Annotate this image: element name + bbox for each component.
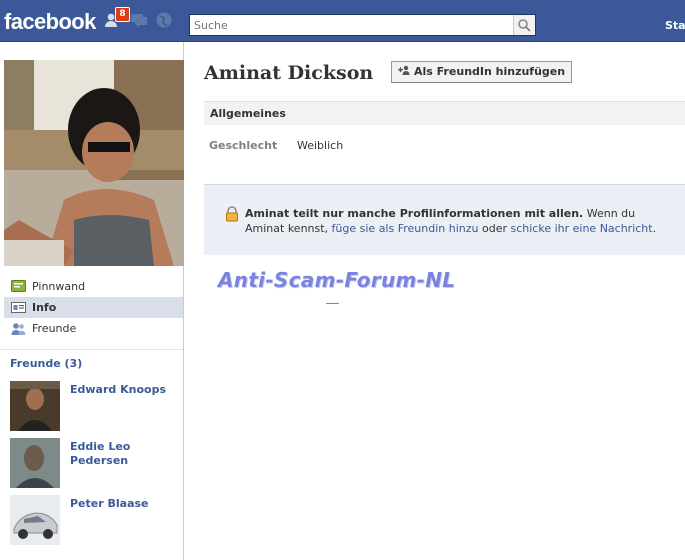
watermark-text: Anti-Scam-Forum-NL [218,268,456,292]
friend-item[interactable]: Peter Blaase [10,495,180,547]
privacy-notice: Aminat teilt nur manche Profilinformatio… [204,184,685,255]
facebook-logo[interactable]: facebook [4,9,96,35]
friend-name[interactable]: Eddie Leo Pedersen [70,440,180,468]
notification-badge[interactable]: 8 [115,7,130,22]
left-column: Pinnwand Info Freunde Freunde (3) Edward… [0,42,184,560]
add-friend-label: Als FreundIn hinzufügen [414,65,566,78]
nav-label-freunde: Freunde [32,322,77,335]
nav-label-info: Info [32,301,57,314]
friend-name[interactable]: Edward Knoops [70,383,180,397]
friend-avatar[interactable] [10,381,60,431]
notifications-globe-icon[interactable] [155,11,173,29]
search-box[interactable] [189,14,536,36]
notice-text-3: . [652,222,657,235]
top-bar: facebook 8 Sta [0,0,685,42]
friend-avatar[interactable] [10,495,60,545]
gender-value: Weiblich [297,139,344,152]
friend-name[interactable]: Peter Blaase [70,497,180,511]
friends-header[interactable]: Freunde (3) [10,357,82,370]
send-message-link[interactable]: schicke ihr eine Nachricht [510,222,652,235]
friend-item[interactable]: Edward Knoops [10,381,180,433]
add-friend-icon [398,62,410,82]
wall-icon [11,279,26,294]
lock-icon [224,206,240,222]
friend-item[interactable]: Eddie Leo Pedersen [10,438,180,490]
notice-bold: Aminat teilt nur manche Profilinformatio… [245,207,584,220]
section-header-general: Allgemeines [204,101,685,125]
messages-icon[interactable] [130,11,148,29]
profile-name: Aminat Dickson [204,62,374,84]
profile-nav: Pinnwand Info Freunde [4,276,183,339]
nav-item-freunde[interactable]: Freunde [4,318,183,339]
search-button[interactable] [513,15,535,35]
add-friend-link[interactable]: füge sie als Freundin hinzu [332,222,479,235]
gender-label: Geschlecht [209,139,278,152]
friend-avatar[interactable] [10,438,60,488]
nav-item-info[interactable]: Info [4,297,183,318]
nav-label-pinnwand: Pinnwand [32,280,86,293]
notice-text-2: oder [478,222,511,235]
add-friend-button[interactable]: Als FreundIn hinzufügen [391,61,573,83]
search-input[interactable] [190,15,518,35]
divider [0,349,183,350]
notice-text: Aminat teilt nur manche Profilinformatio… [245,206,675,236]
friends-icon [11,321,26,336]
search-icon [518,19,531,32]
profile-picture[interactable] [4,60,184,266]
nav-item-pinnwand[interactable]: Pinnwand [4,276,183,297]
home-link[interactable]: Sta [665,19,685,32]
divider-dash [326,303,339,304]
info-icon [11,300,26,315]
